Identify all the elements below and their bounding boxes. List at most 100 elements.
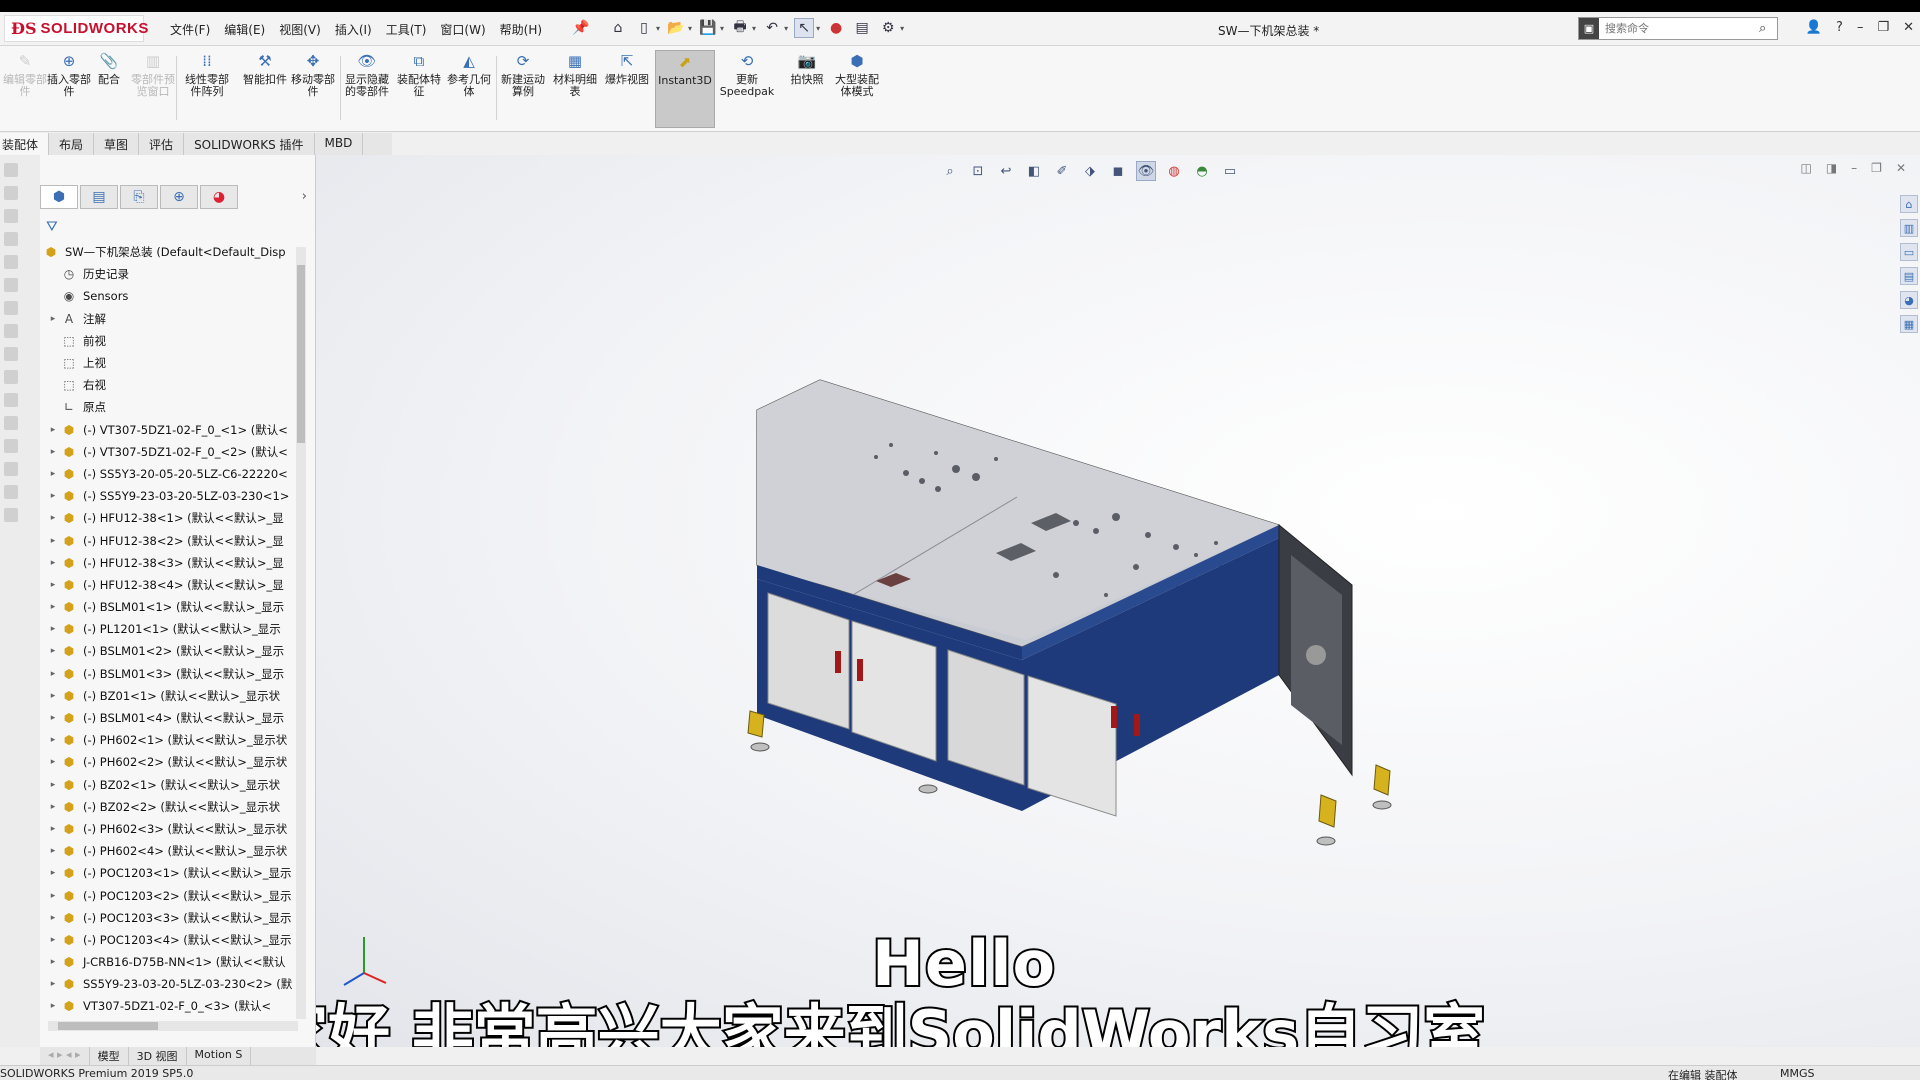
search-icon[interactable]: ⌕	[1759, 21, 1777, 36]
tree-item-component[interactable]: ▸ ⬢ VT307-5DZ1-02-F_0_<3> (默认<	[40, 995, 302, 1015]
expand-arrow-icon[interactable]: ▸	[46, 447, 60, 457]
take-snapshot-button[interactable]: 📷 拍快照	[782, 50, 832, 128]
solidworks-logo[interactable]: ƉS SOLIDWORKS	[4, 15, 148, 42]
expand-arrow-icon[interactable]: ▸	[46, 780, 60, 790]
component-preview-button[interactable]: ▥ 零部件预览窗口	[128, 50, 178, 128]
tree-item-component[interactable]: ▸ ⬢ (-) PH602<4> (默认<<默认>_显示状	[40, 840, 302, 862]
help-icon[interactable]: ?	[1836, 20, 1843, 35]
tree-item-right-plane[interactable]: ⬚ 右视	[40, 374, 302, 396]
tree-item-component[interactable]: ▸ ⬢ (-) BSLM01<2> (默认<<默认>_显示	[40, 640, 302, 662]
tree-item-history[interactable]: ◷ 历史记录	[40, 263, 302, 285]
user-icon[interactable]: 👤	[1806, 20, 1822, 35]
expand-arrow-icon[interactable]: ▸	[46, 669, 60, 679]
tree-item-component[interactable]: ▸ ⬢ (-) SS5Y9-23-03-20-5LZ-03-230<1>	[40, 485, 302, 507]
tree-item-component[interactable]: ▸ ⬢ (-) BSLM01<1> (默认<<默认>_显示	[40, 596, 302, 618]
open-icon[interactable]: 📂	[666, 18, 686, 38]
tree-item-component[interactable]: ▸ ⬢ (-) BZ01<1> (默认<<默认>_显示状	[40, 685, 302, 707]
linear-pattern-button[interactable]: ⁞⁞ 线性零部件阵列	[182, 50, 232, 128]
tree-item-component[interactable]: ▸ ⬢ (-) VT307-5DZ1-02-F_0_<1> (默认<	[40, 419, 302, 441]
save-icon[interactable]: 💾	[698, 18, 718, 38]
select-cursor-icon[interactable]: ↖	[794, 18, 815, 38]
exploded-view-button[interactable]: ⇱ 爆炸视图	[602, 50, 652, 128]
tool-icon[interactable]	[4, 278, 18, 292]
tree-item-component[interactable]: ▸ ⬢ SS5Y9-23-03-20-5LZ-03-230<2> (默	[40, 973, 302, 995]
tool-icon[interactable]	[4, 462, 18, 476]
tree-item-component[interactable]: ▸ ⬢ (-) POC1203<1> (默认<<默认>_显示	[40, 862, 302, 884]
tree-item-front-plane[interactable]: ⬚ 前视	[40, 330, 302, 352]
tab-addins[interactable]: SOLIDWORKS 插件	[184, 133, 315, 155]
tree-horizontal-scrollbar[interactable]	[48, 1021, 298, 1031]
tree-item-component[interactable]: ▸ ⬢ (-) BSLM01<3> (默认<<默认>_显示	[40, 663, 302, 685]
tree-item-sensors[interactable]: ◉ Sensors	[40, 285, 302, 307]
search-input[interactable]	[1599, 22, 1759, 35]
expand-arrow-icon[interactable]: ▸	[46, 491, 60, 501]
door-handle-4[interactable]	[1134, 714, 1140, 736]
tool-icon[interactable]	[4, 485, 18, 499]
tool-icon[interactable]	[4, 209, 18, 223]
minimize-icon[interactable]: –	[1857, 20, 1864, 35]
tree-item-component[interactable]: ▸ ⬢ (-) POC1203<4> (默认<<默认>_显示	[40, 929, 302, 951]
expand-arrow-icon[interactable]: ▸	[46, 846, 60, 856]
print-dropdown-icon[interactable]: ▾	[752, 24, 756, 33]
pin-menu-icon[interactable]: 📌	[572, 20, 589, 36]
tool-icon[interactable]	[4, 416, 18, 430]
expand-arrow-icon[interactable]: ▸	[46, 425, 60, 435]
unit-system[interactable]: MMGS	[1780, 1067, 1815, 1080]
expand-arrow-icon[interactable]: ▸	[46, 957, 60, 967]
tree-item-component[interactable]: ▸ ⬢ J-CRB16-D75B-NN<1> (默认<<默认	[40, 951, 302, 973]
tree-item-component[interactable]: ▸ ⬢ (-) PH602<2> (默认<<默认>_显示状	[40, 751, 302, 773]
update-speedpak-button[interactable]: ⟲ 更新Speedpak	[720, 50, 775, 128]
expand-arrow-icon[interactable]: ▸	[46, 602, 60, 612]
move-component-button[interactable]: ✥ 移动零部件	[288, 50, 338, 128]
menu-file[interactable]: 文件(F)	[170, 21, 210, 38]
property-manager-tab-icon[interactable]: ▤	[80, 185, 118, 209]
new-document-icon[interactable]: ▯	[634, 18, 654, 38]
new-dropdown-icon[interactable]: ▾	[656, 24, 660, 33]
tree-item-top-plane[interactable]: ⬚ 上视	[40, 352, 302, 374]
tree-item-component[interactable]: ▸ ⬢ (-) POC1203<3> (默认<<默认>_显示	[40, 907, 302, 929]
tree-item-component[interactable]: ▸ ⬢ (-) HFU12-38<1> (默认<<默认>_显	[40, 507, 302, 529]
tool-icon[interactable]	[4, 324, 18, 338]
options-dropdown-icon[interactable]: ▾	[900, 24, 904, 33]
scrollbar-thumb[interactable]	[297, 265, 305, 443]
new-motion-study-button[interactable]: ⟳ 新建运动算例	[498, 50, 548, 128]
tool-icon[interactable]	[4, 393, 18, 407]
tree-item-component[interactable]: ▸ ⬢ (-) HFU12-38<2> (默认<<默认>_显	[40, 529, 302, 551]
tree-item-component[interactable]: ▸ ⬢ (-) VT307-5DZ1-02-F_0_<2> (默认<	[40, 441, 302, 463]
expand-arrow-icon[interactable]: ▸	[46, 580, 60, 590]
expand-arrow-icon[interactable]: ▸	[46, 802, 60, 812]
display-manager-tab-icon[interactable]: ◕	[200, 185, 238, 209]
tree-item-component[interactable]: ▸ ⬢ (-) HFU12-38<4> (默认<<默认>_显	[40, 574, 302, 596]
tool-icon[interactable]	[4, 439, 18, 453]
close-icon[interactable]: ✕	[1903, 20, 1914, 35]
graphics-viewport[interactable]: ⌕ ⊡ ↩ ◧ ✐ ⬗ ◼ 👁 ◍ ◓ ▭ ◫ ◨ – ❐ ✕ ⌂ ▥ ▭ ▤ …	[316, 155, 1920, 1047]
edit-component-button[interactable]: ✎ 编辑零部件	[0, 50, 50, 128]
expand-arrow-icon[interactable]: ▸	[46, 314, 60, 324]
undo-icon[interactable]: ↶	[762, 18, 782, 38]
expand-arrow-icon[interactable]: ▸	[46, 713, 60, 723]
print-icon[interactable]: 🖶	[730, 18, 750, 38]
expand-arrow-icon[interactable]: ▸	[46, 624, 60, 634]
tab-model[interactable]: 模型	[90, 1047, 129, 1065]
tree-item-component[interactable]: ▸ ⬢ (-) PH602<1> (默认<<默认>_显示状	[40, 729, 302, 751]
menu-edit[interactable]: 编辑(E)	[224, 21, 265, 38]
restore-icon[interactable]: ❐	[1877, 20, 1889, 35]
home-icon[interactable]: ⌂	[608, 18, 628, 38]
mate-button[interactable]: 📎 配合	[84, 50, 134, 128]
tool-icon[interactable]	[4, 347, 18, 361]
tool-icon[interactable]	[4, 301, 18, 315]
tree-vertical-scrollbar[interactable]	[296, 247, 306, 1019]
menu-window[interactable]: 窗口(W)	[440, 21, 485, 38]
door-handle-1[interactable]	[835, 651, 841, 673]
reference-geometry-button[interactable]: ◭ 参考几何体	[444, 50, 494, 128]
tree-item-component[interactable]: ▸ ⬢ (-) BZ02<2> (默认<<默认>_显示状	[40, 796, 302, 818]
large-assembly-mode-button[interactable]: ⬢ 大型装配体模式	[832, 50, 882, 128]
panel-expand-arrow-icon[interactable]: ›	[302, 189, 307, 204]
expand-arrow-icon[interactable]: ▸	[46, 913, 60, 923]
expand-arrow-icon[interactable]: ▸	[46, 979, 60, 989]
configuration-manager-tab-icon[interactable]: ⎘	[120, 185, 158, 209]
expand-arrow-icon[interactable]: ▸	[46, 691, 60, 701]
door-handle-3[interactable]	[1111, 706, 1117, 728]
expand-arrow-icon[interactable]: ▸	[46, 868, 60, 878]
expand-arrow-icon[interactable]: ▸	[46, 935, 60, 945]
